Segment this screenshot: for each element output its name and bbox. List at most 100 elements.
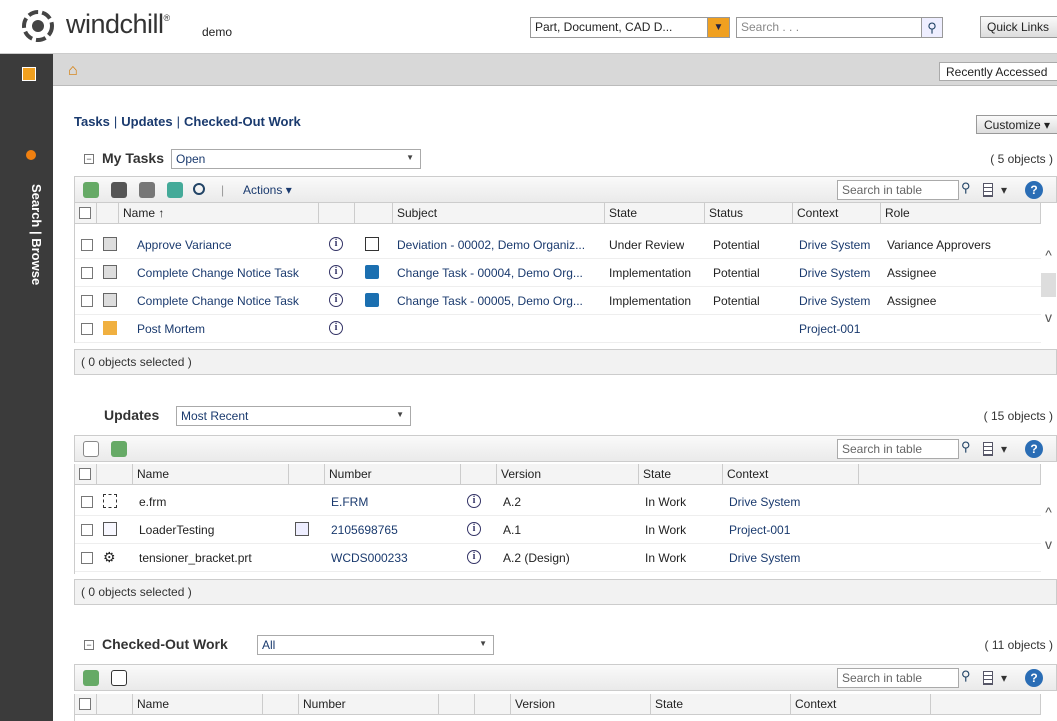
column-header-subject[interactable]: Subject <box>393 203 605 224</box>
quick-links-button[interactable]: Quick Links <box>980 16 1057 38</box>
row-checkbox[interactable] <box>81 239 93 251</box>
actions-menu[interactable]: Actions ▾ <box>243 183 292 197</box>
column-header-version[interactable]: Version <box>497 464 639 485</box>
help-icon[interactable]: ? <box>1025 440 1043 458</box>
info-icon[interactable]: i <box>467 522 481 536</box>
table-search-input[interactable]: Search in table <box>837 180 959 200</box>
context-link[interactable]: Drive System <box>799 266 870 280</box>
tab-updates[interactable]: Updates <box>121 114 172 129</box>
chevron-down-icon[interactable]: ▾ <box>1001 183 1007 197</box>
context-link[interactable]: Drive System <box>729 495 800 509</box>
info-icon[interactable]: i <box>329 237 343 251</box>
columns-icon[interactable] <box>983 671 993 685</box>
table-search-input[interactable]: Search in table <box>837 668 959 688</box>
checked-out-filter-select[interactable]: All ▼ <box>257 635 494 655</box>
word-file-icon[interactable] <box>295 522 309 536</box>
search-icon[interactable]: ⚲ <box>961 180 979 200</box>
number-link[interactable]: WCDS000233 <box>331 551 408 565</box>
task-name-link[interactable]: Complete Change Notice Task <box>137 294 299 308</box>
info-icon[interactable]: i <box>467 494 481 508</box>
select-all-checkbox[interactable] <box>79 207 91 219</box>
reassign-icon[interactable] <box>111 182 127 198</box>
task-name-link[interactable]: Post Mortem <box>137 322 205 336</box>
task-name-link[interactable]: Approve Variance <box>137 238 232 252</box>
complete-task-icon[interactable] <box>83 182 99 198</box>
table-row[interactable]: Complete Change Notice Task i Change Tas… <box>75 287 1041 315</box>
row-checkbox[interactable] <box>81 524 93 536</box>
column-header-state[interactable]: State <box>651 694 791 715</box>
tab-tasks[interactable]: Tasks <box>74 114 110 129</box>
row-checkbox[interactable] <box>81 267 93 279</box>
chevron-down-icon[interactable]: ▼ <box>707 18 729 37</box>
scroll-down-icon[interactable]: v <box>1041 309 1056 325</box>
info-icon[interactable]: i <box>329 265 343 279</box>
pin-icon[interactable] <box>26 150 36 160</box>
collapse-icon[interactable]: − <box>84 154 94 164</box>
table-row[interactable]: Post Mortem i Project-001 <box>75 315 1041 343</box>
column-header-number[interactable]: Number <box>299 694 439 715</box>
column-header-state[interactable]: State <box>639 464 723 485</box>
add-to-workspace-icon[interactable] <box>111 441 127 457</box>
info-icon[interactable]: i <box>329 321 343 335</box>
chevron-down-icon[interactable]: ▾ <box>1001 442 1007 456</box>
table-row[interactable]: ⚙ tensioner_bracket.prt WCDS000233 i A.2… <box>75 544 1041 572</box>
search-icon[interactable]: ⚲ <box>961 439 979 459</box>
search-browse-tab[interactable]: Search | Browse <box>28 184 48 384</box>
column-header-version[interactable]: Version <box>511 694 651 715</box>
row-checkbox[interactable] <box>81 323 93 335</box>
column-header-context[interactable]: Context <box>791 694 931 715</box>
select-all-checkbox[interactable] <box>79 468 91 480</box>
context-link[interactable]: Drive System <box>729 551 800 565</box>
row-checkbox[interactable] <box>81 552 93 564</box>
tab-checked-out-work[interactable]: Checked-Out Work <box>184 114 301 129</box>
export-excel-icon[interactable] <box>167 182 183 198</box>
search-type-select[interactable]: Part, Document, CAD D... ▼ <box>530 17 730 38</box>
number-link[interactable]: E.FRM <box>331 495 368 509</box>
column-header-context[interactable]: Context <box>723 464 859 485</box>
search-icon[interactable] <box>193 183 205 195</box>
search-icon[interactable]: ⚲ <box>921 17 943 38</box>
updates-filter-select[interactable]: Most Recent ▼ <box>176 406 411 426</box>
column-header-name[interactable]: Name <box>133 464 289 485</box>
table-row[interactable]: Complete Change Notice Task i Change Tas… <box>75 259 1041 287</box>
navigator-toggle-icon[interactable] <box>22 67 36 81</box>
subject-link[interactable]: Change Task - 00004, Demo Org... <box>397 266 601 280</box>
columns-icon[interactable] <box>983 183 993 197</box>
scroll-up-icon[interactable]: ^ <box>1041 504 1056 520</box>
column-header-name[interactable]: Name <box>133 694 263 715</box>
column-header-role[interactable]: Role <box>881 203 1041 224</box>
global-search-input[interactable]: Search . . . <box>736 17 936 38</box>
chevron-down-icon[interactable]: ▾ <box>1001 671 1007 685</box>
context-link[interactable]: Drive System <box>799 294 870 308</box>
context-link[interactable]: Project-001 <box>729 523 790 537</box>
column-header-state[interactable]: State <box>605 203 705 224</box>
subject-link[interactable]: Deviation - 00002, Demo Organiz... <box>397 238 601 252</box>
column-header-number[interactable]: Number <box>325 464 461 485</box>
scrollbar-thumb[interactable] <box>1041 273 1056 297</box>
copy-icon[interactable] <box>83 441 99 457</box>
number-link[interactable]: 2105698765 <box>331 523 398 537</box>
search-icon[interactable]: ⚲ <box>961 668 979 688</box>
task-name-link[interactable]: Complete Change Notice Task <box>137 266 299 280</box>
object-name[interactable]: e.frm <box>139 495 166 509</box>
recently-accessed-button[interactable]: Recently Accessed <box>939 62 1057 81</box>
scroll-down-icon[interactable]: v <box>1041 536 1056 552</box>
help-icon[interactable]: ? <box>1025 669 1043 687</box>
column-header-status[interactable]: Status <box>705 203 793 224</box>
help-icon[interactable]: ? <box>1025 181 1043 199</box>
subject-link[interactable]: Change Task - 00005, Demo Org... <box>397 294 601 308</box>
info-icon[interactable]: i <box>329 293 343 307</box>
table-row[interactable]: Approve Variance i Deviation - 00002, De… <box>75 231 1041 259</box>
column-header-context[interactable]: Context <box>793 203 881 224</box>
table-search-input[interactable]: Search in table <box>837 439 959 459</box>
table-row[interactable]: e.frm E.FRM i A.2 In Work Drive System <box>75 488 1041 516</box>
info-icon[interactable]: i <box>467 550 481 564</box>
object-name[interactable]: tensioner_bracket.prt <box>139 551 252 565</box>
column-header-name[interactable]: Name ↑ <box>119 203 319 224</box>
row-checkbox[interactable] <box>81 496 93 508</box>
undo-checkout-icon[interactable] <box>111 670 127 686</box>
update-icon[interactable] <box>139 182 155 198</box>
home-icon[interactable]: ⌂ <box>68 62 78 80</box>
row-checkbox[interactable] <box>81 295 93 307</box>
context-link[interactable]: Drive System <box>799 238 870 252</box>
